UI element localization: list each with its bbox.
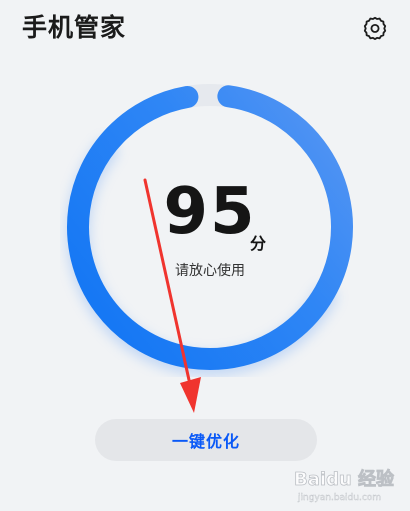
settings-button[interactable] xyxy=(360,13,390,43)
watermark-url: jingyan.baidu.com xyxy=(297,493,381,503)
baidu-watermark: Baidu 经验 jingyan.baidu.com xyxy=(294,459,404,503)
watermark-text: Baidu 经验 xyxy=(294,468,395,490)
health-score-gauge: 95 分 请放心使用 xyxy=(60,77,360,377)
gear-icon xyxy=(363,16,387,40)
status-text: 请放心使用 xyxy=(175,263,245,279)
score-value: 95 xyxy=(163,175,257,249)
page-title: 手机管家 xyxy=(22,13,127,42)
score-unit: 分 xyxy=(250,234,267,253)
one-click-optimize-button[interactable]: 一键优化 xyxy=(95,419,317,461)
